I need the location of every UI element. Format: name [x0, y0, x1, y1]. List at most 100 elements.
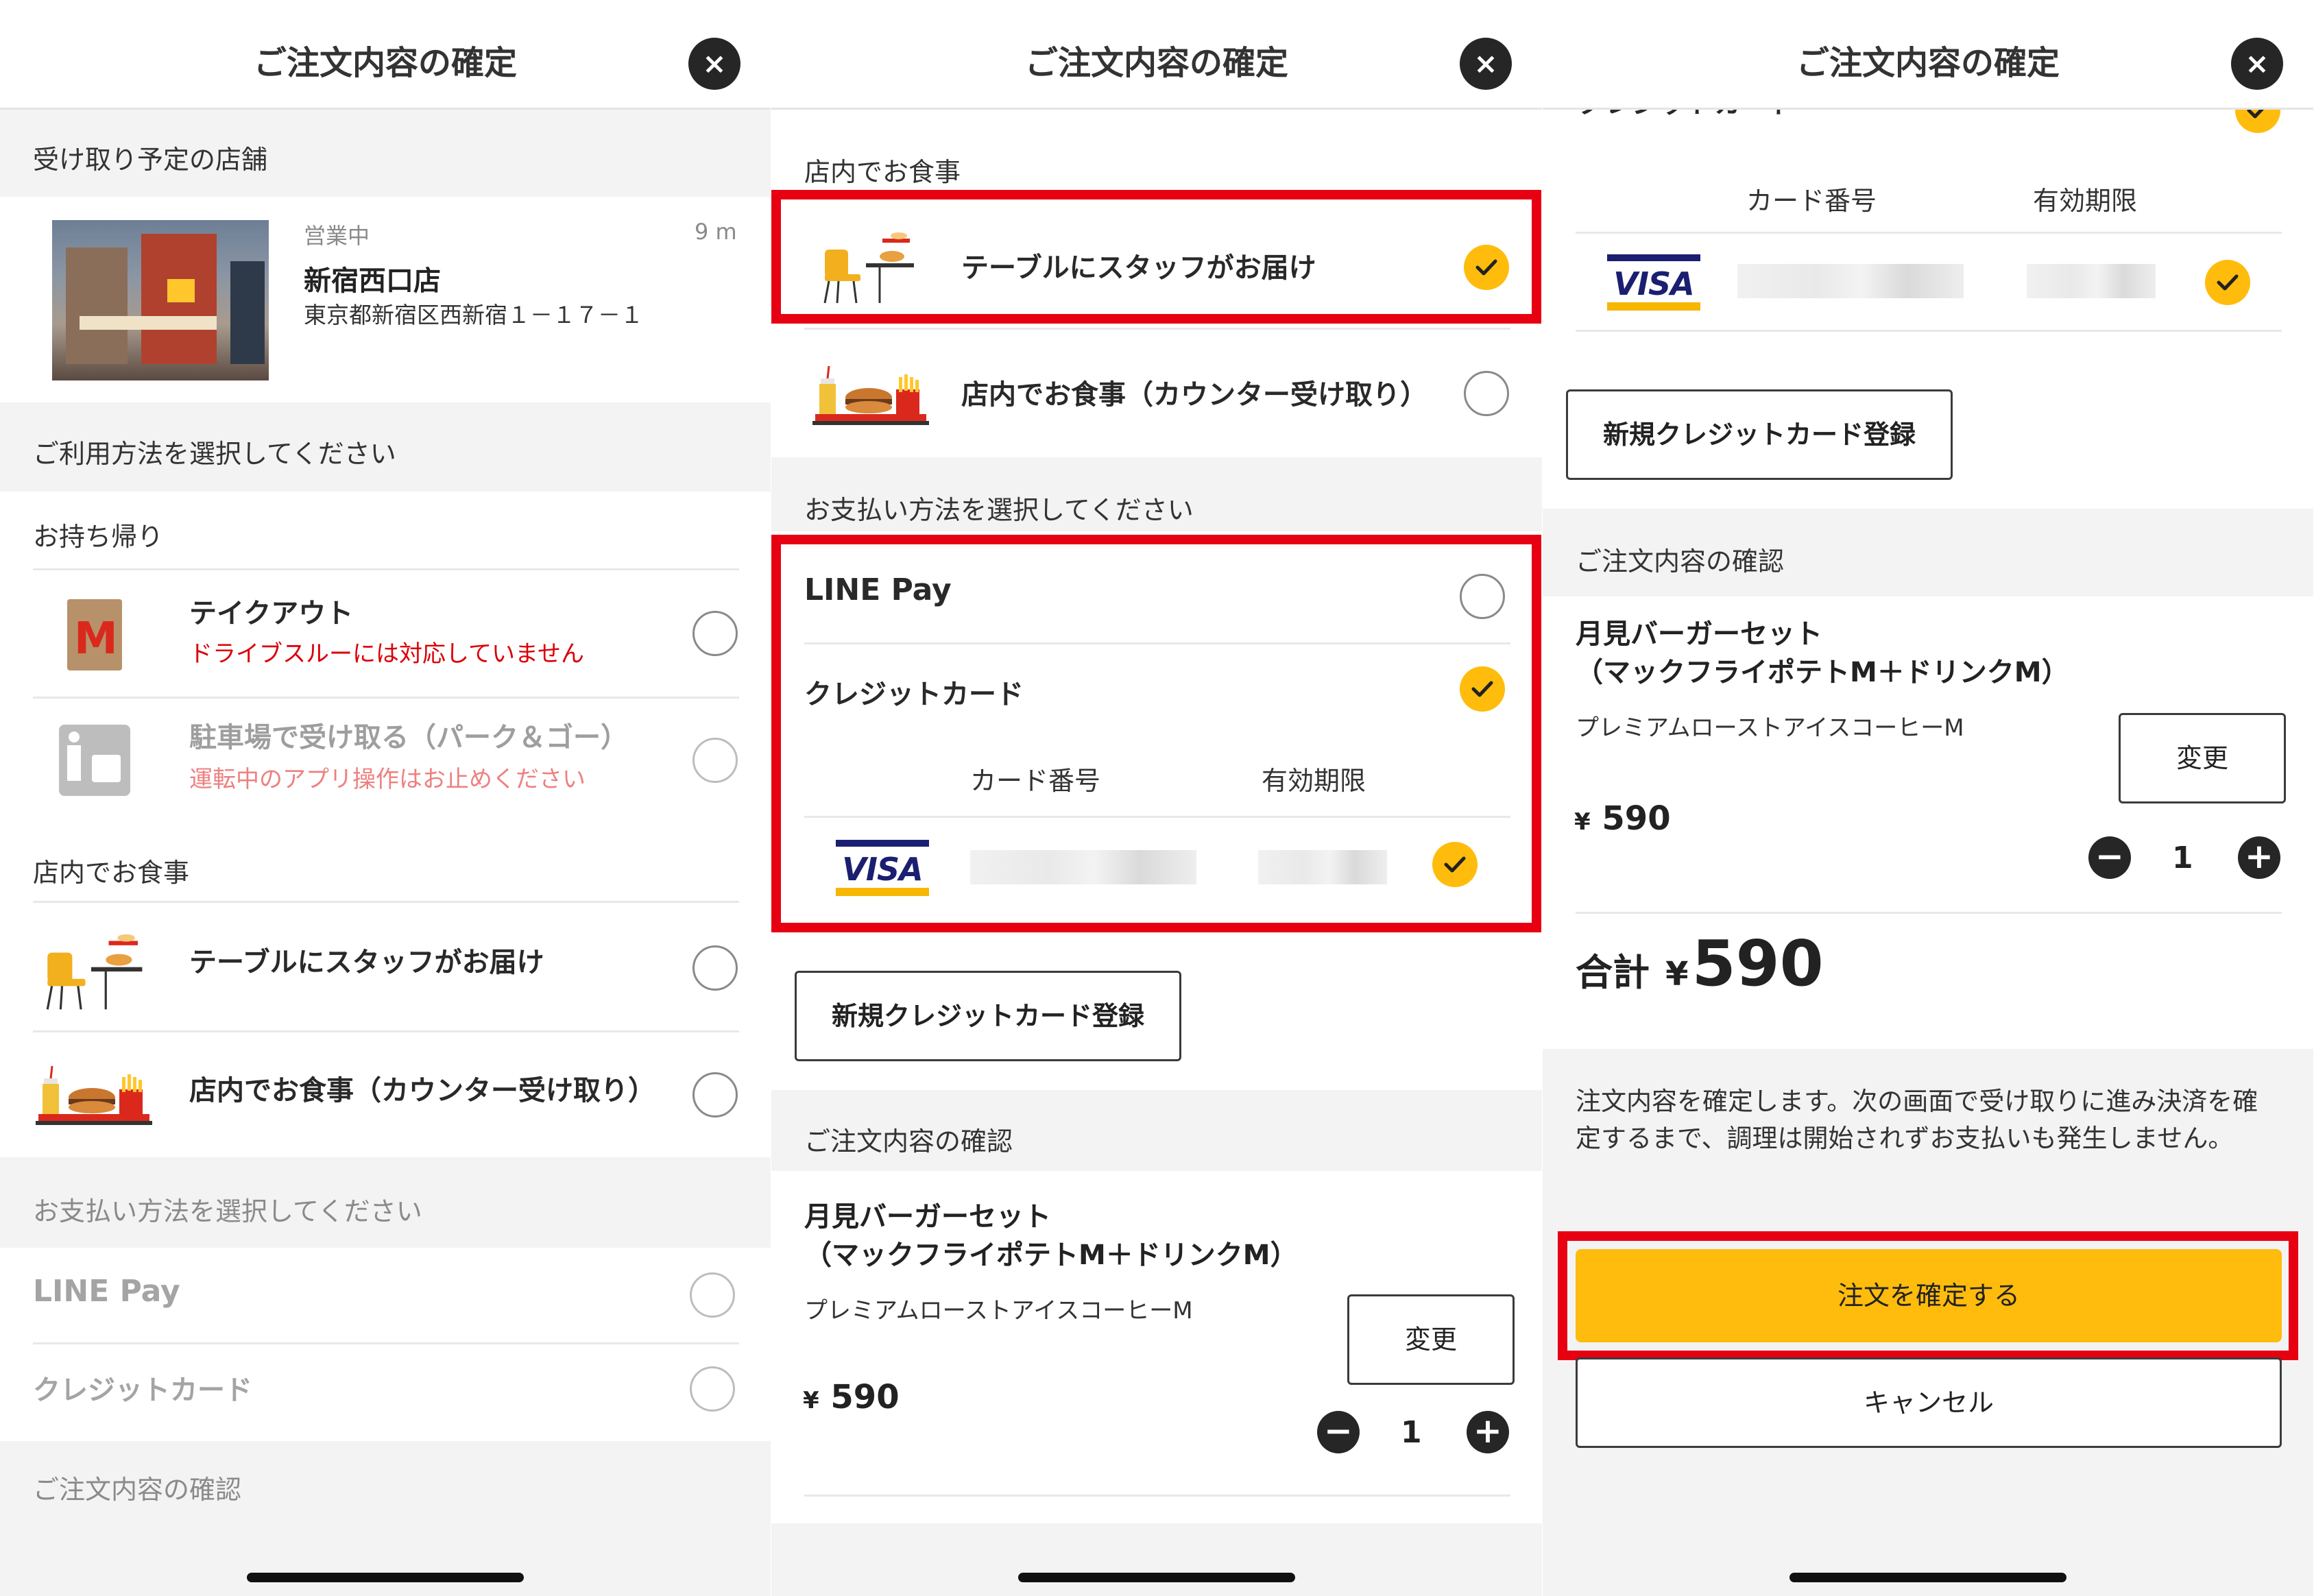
table-service-icon — [33, 930, 149, 1011]
confirm-area: 注文内容を確定します。次の画面で受け取りに進み決済を確定するまで、調理は開始され… — [1543, 1049, 2313, 1596]
payment-section-header: お支払い方法を選択してください — [771, 457, 1542, 531]
store-section-header: 受け取り予定の店舗 — [0, 110, 771, 197]
home-indicator — [247, 1573, 524, 1582]
new-card-button[interactable]: 新規クレジットカード登録 — [795, 971, 1181, 1061]
total-value: 590 — [1691, 927, 1824, 1000]
page-title: ご注文内容の確定 — [253, 44, 517, 82]
check-icon — [2217, 274, 2239, 291]
order-section-header: ご注文内容の確認 — [771, 1090, 1542, 1171]
park-note: 運転中のアプリ操作はお止めください — [189, 766, 586, 793]
col-expiry: 有効期限 — [2033, 186, 2138, 216]
saved-card-row[interactable]: VISA — [1543, 234, 2313, 330]
item-subtitle: （マックフライポテトM＋ドリンクM） — [1576, 657, 2069, 688]
close-icon[interactable]: × — [1460, 38, 1512, 90]
option-linepay[interactable]: LINE Pay — [0, 1248, 771, 1342]
takeout-radio[interactable] — [692, 611, 738, 656]
credit-label: クレジットカード — [33, 1375, 252, 1406]
payment-section-label: お支払い方法を選択してください — [804, 495, 1194, 525]
park-title: 駐車場で受け取る（パーク＆ゴー） — [189, 722, 628, 753]
saved-card-radio-checked[interactable] — [2205, 260, 2250, 305]
increase-quantity-button[interactable]: + — [1467, 1411, 1509, 1453]
option-counter-pickup[interactable]: 店内でお食事（カウンター受け取り） — [771, 330, 1542, 457]
increase-quantity-button[interactable]: + — [2238, 836, 2280, 879]
store-photo — [52, 220, 269, 380]
order-total: 合計 ¥ 590 — [1576, 927, 1824, 1009]
change-button[interactable]: 変更 — [2119, 713, 2286, 803]
cancel-button[interactable]: キャンセル — [1576, 1357, 2282, 1448]
takeout-group-label: お持ち帰り — [33, 522, 164, 552]
divider — [1576, 912, 2282, 914]
change-button[interactable]: 変更 — [1347, 1294, 1515, 1385]
takeout-bag-icon: M — [67, 599, 122, 670]
option-counter-pickup[interactable]: 店内でお食事（カウンター受け取り） — [0, 1032, 771, 1156]
order-section-label: ご注文内容の確認 — [804, 1126, 1013, 1157]
table-title: テーブルにスタッフがお届け — [189, 947, 544, 978]
option-credit-card[interactable]: クレジットカード — [0, 1344, 771, 1439]
highlight-frame — [771, 190, 1541, 324]
card-number-masked — [1737, 264, 1964, 298]
expiry-masked — [2027, 264, 2156, 298]
store-section-label: 受け取り予定の店舗 — [33, 145, 268, 175]
item-drink: プレミアムローストアイスコーヒーM — [804, 1297, 1193, 1325]
close-icon[interactable]: × — [2231, 38, 2283, 90]
option-park-and-go[interactable]: 駐車場で受け取る（パーク＆ゴー） 運転中のアプリ操作はお止めください — [0, 699, 771, 826]
item-subtitle: （マックフライポテトM＋ドリンクM） — [804, 1240, 1298, 1271]
store-status: 営業中 — [304, 223, 370, 249]
credit-radio[interactable] — [690, 1366, 735, 1412]
new-card-button[interactable]: 新規クレジットカード登録 — [1566, 389, 1953, 480]
linepay-radio[interactable] — [690, 1272, 735, 1318]
takeout-note: ドライブスルーには対応していません — [189, 640, 584, 668]
payment-section-header: お支払い方法を選択してください — [0, 1157, 771, 1248]
footer-area — [771, 1523, 1542, 1596]
usage-section-header: ご利用方法を選択してください — [0, 402, 771, 492]
decrease-quantity-button[interactable]: − — [2088, 836, 2131, 879]
counter-title: 店内でお食事（カウンター受け取り） — [189, 1075, 655, 1107]
table-radio[interactable] — [692, 945, 738, 991]
screen-panel-2: ご注文内容の確定 × 店内でお食事 テーブルにスタッフがお届け 店内でお食事（カ… — [771, 0, 1542, 1596]
parking-pickup-icon — [59, 725, 130, 796]
quantity-value: 1 — [1401, 1415, 1422, 1450]
dinein-group-label: 店内でお食事 — [33, 858, 190, 888]
header: ご注文内容の確定 × — [771, 0, 1542, 110]
store-name: 新宿西口店 — [304, 265, 441, 297]
screen-panel-1: ご注文内容の確定 × 受け取り予定の店舗 営業中 9 m 新宿西口店 東京都新宿… — [0, 0, 771, 1596]
tray-meal-icon — [812, 363, 929, 426]
order-section-label: ご注文内容の確認 — [33, 1475, 242, 1505]
park-radio[interactable] — [692, 738, 738, 783]
page-title: ご注文内容の確定 — [1796, 44, 2060, 82]
store-card[interactable]: 営業中 9 m 新宿西口店 東京都新宿区西新宿１－１７－１ — [0, 197, 771, 402]
linepay-label: LINE Pay — [33, 1274, 180, 1309]
order-item: 月見バーガーセット （マックフライポテトM＋ドリンクM） プレミアムローストアイ… — [1543, 596, 2313, 912]
total-label: 合計 — [1576, 951, 1650, 994]
order-item: 月見バーガーセット （マックフライポテトM＋ドリンクM） プレミアムローストアイ… — [771, 1171, 1542, 1500]
order-section-header: ご注文内容の確認 — [1543, 509, 2313, 596]
close-icon[interactable]: × — [688, 38, 740, 90]
highlight-frame — [1558, 1231, 2298, 1360]
quantity-value: 1 — [2172, 841, 2193, 875]
option-takeout[interactable]: M テイクアウト ドライブスルーには対応していません — [0, 570, 771, 698]
usage-section-label: ご利用方法を選択してください — [33, 439, 396, 469]
decrease-quantity-button[interactable]: − — [1317, 1411, 1360, 1453]
col-card-number: カード番号 — [1746, 186, 1877, 216]
header: ご注文内容の確定 × — [1543, 0, 2313, 110]
takeout-title: テイクアウト — [189, 598, 354, 629]
dinein-group-label: 店内でお食事 — [804, 157, 961, 187]
divider — [804, 1495, 1510, 1497]
home-indicator — [1018, 1573, 1295, 1582]
store-address: 東京都新宿区西新宿１－１７－１ — [304, 302, 643, 328]
counter-radio[interactable] — [1464, 371, 1509, 416]
total-yen: ¥ — [1665, 955, 1689, 993]
tray-meal-icon — [36, 1063, 152, 1126]
header: ご注文内容の確定 × — [0, 0, 771, 110]
item-price: ¥ 590 — [803, 1378, 900, 1416]
divider — [1576, 330, 2282, 332]
option-table-delivery[interactable]: テーブルにスタッフがお届け — [0, 903, 771, 1030]
page-title: ご注文内容の確定 — [1024, 44, 1288, 82]
payment-section-label: お支払い方法を選択してください — [33, 1196, 422, 1226]
highlight-frame — [771, 535, 1541, 932]
home-indicator — [1789, 1573, 2066, 1582]
item-title: 月見バーガーセット — [804, 1201, 1051, 1233]
counter-radio[interactable] — [692, 1072, 738, 1117]
confirm-notice: 注文内容を確定します。次の画面で受け取りに進み決済を確定するまで、調理は開始され… — [1576, 1087, 2258, 1153]
item-price: ¥ 590 — [1574, 799, 1671, 838]
